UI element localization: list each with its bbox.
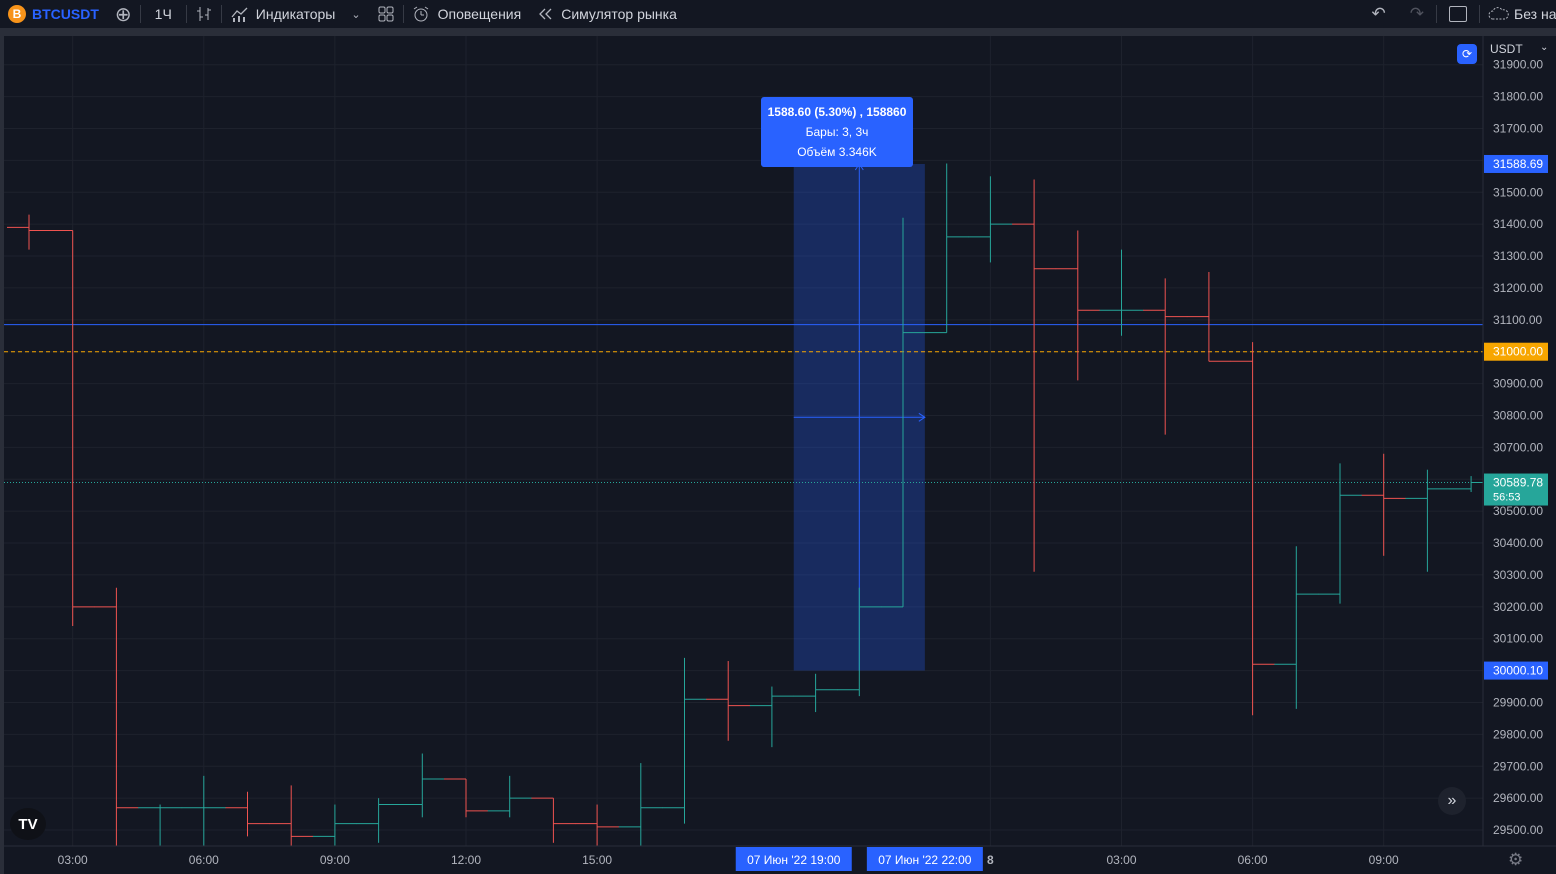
measure-change: 1588.60 (5.30%) , 158860 xyxy=(767,105,907,119)
add-icon: ⊕ xyxy=(114,3,132,26)
gear-icon[interactable]: ⚙ xyxy=(1508,850,1523,870)
price-tick-label: 30100.00 xyxy=(1493,632,1543,646)
indicators-icon xyxy=(231,7,248,22)
time-tick-label: 09:00 xyxy=(1369,853,1399,867)
layout-name: Без назв xyxy=(1514,6,1556,22)
alerts-button[interactable]: Оповещения xyxy=(404,0,530,29)
price-tick-label: 29600.00 xyxy=(1493,791,1543,805)
chart-area[interactable]: 31900.0031800.0031700.0031600.0031500.00… xyxy=(4,36,1556,874)
indicators-dropdown-button[interactable]: ⌄ xyxy=(343,0,368,29)
scroll-to-realtime-button[interactable]: » xyxy=(1438,787,1466,815)
compare-button[interactable]: ⊕ xyxy=(107,0,140,29)
auto-scale-button[interactable]: ⟳ xyxy=(1457,44,1477,64)
price-tick-label: 30700.00 xyxy=(1493,440,1543,454)
alert-price-badge-label: 31000.00 xyxy=(1493,345,1543,359)
undo-icon: ↶ xyxy=(1371,4,1386,23)
price-tick-label: 31300.00 xyxy=(1493,249,1543,263)
price-tick-label: 31100.00 xyxy=(1493,313,1542,327)
layout-name-button[interactable]: Без назв xyxy=(1480,0,1556,29)
price-tick-label: 29900.00 xyxy=(1493,695,1543,709)
indicators-label: Индикаторы xyxy=(255,6,336,22)
time-tick-label: 06:00 xyxy=(1238,853,1268,867)
price-tick-label: 31200.00 xyxy=(1493,281,1543,295)
price-tick-label: 30200.00 xyxy=(1493,600,1543,614)
alerts-label: Оповещения xyxy=(437,6,522,22)
measure-high-badge-label: 31588.69 xyxy=(1493,157,1543,171)
square-icon xyxy=(1449,6,1467,22)
undo-button[interactable]: ↶ xyxy=(1360,0,1398,29)
price-tick-label: 29500.00 xyxy=(1493,823,1543,837)
currency-label[interactable]: USDT xyxy=(1490,42,1523,56)
symbol-label: BTCUSDT xyxy=(32,6,99,22)
time-tick-label: 03:00 xyxy=(58,853,88,867)
measure-bars: Бары: 3, 3ч xyxy=(805,125,869,139)
bar-countdown-label: 56:53 xyxy=(1493,492,1521,504)
redo-icon: ↷ xyxy=(1409,4,1424,23)
plot-background xyxy=(4,36,1483,846)
price-tick-label: 31900.00 xyxy=(1493,58,1543,72)
measure-tooltip: 1588.60 (5.30%) , 158860 Бары: 3, 3ч Объ… xyxy=(761,97,913,167)
price-tick-label: 29700.00 xyxy=(1493,759,1543,773)
last-price-label: 30589.78 xyxy=(1493,476,1543,490)
replay-button[interactable]: Симулятор рынка xyxy=(529,0,685,29)
price-tick-label: 30300.00 xyxy=(1493,568,1543,582)
price-tick-label: 30400.00 xyxy=(1493,536,1543,550)
price-tick-label: 30800.00 xyxy=(1493,408,1543,422)
redo-button[interactable]: ↷ xyxy=(1398,0,1436,29)
time-tick-label: 15:00 xyxy=(582,853,612,867)
refresh-icon: ⟳ xyxy=(1461,47,1473,61)
price-tick-label: 30900.00 xyxy=(1493,377,1543,391)
measure-volume: Объём 3.346K xyxy=(797,145,877,159)
chevron-down-icon[interactable]: ⌄ xyxy=(1540,42,1548,53)
crosshair-date-label: 07 Июн '22 22:00 xyxy=(878,853,972,867)
alarm-clock-icon xyxy=(413,6,428,22)
chevron-down-icon: ⌄ xyxy=(351,8,361,21)
bar-style-button[interactable] xyxy=(187,0,221,29)
tradingview-logo[interactable]: TV xyxy=(10,808,46,840)
time-tick-label: 12:00 xyxy=(451,853,481,867)
measure-low-badge-label: 30000.10 xyxy=(1493,664,1543,678)
bar-style-icon xyxy=(196,7,211,21)
bitcoin-icon: B xyxy=(8,5,26,23)
time-tick-label: 09:00 xyxy=(320,853,350,867)
time-tick-label: 06:00 xyxy=(189,853,219,867)
replay-label: Симулятор рынка xyxy=(561,6,677,22)
interval-button[interactable]: 1Ч xyxy=(141,0,186,29)
indicators-button[interactable]: Индикаторы xyxy=(222,0,344,29)
price-tick-label: 31800.00 xyxy=(1493,90,1543,104)
price-tick-label: 29800.00 xyxy=(1493,727,1543,741)
templates-button[interactable] xyxy=(369,0,403,29)
layout-icon xyxy=(378,6,394,22)
cloud-icon xyxy=(1488,7,1509,20)
price-tick-label: 31400.00 xyxy=(1493,217,1543,231)
crosshair-date-label: 07 Июн '22 19:00 xyxy=(747,853,841,867)
symbol-search-button[interactable]: B BTCUSDT xyxy=(0,0,107,29)
rewind-icon xyxy=(539,8,552,20)
price-tick-label: 31500.00 xyxy=(1493,185,1543,199)
time-tick-label: 03:00 xyxy=(1106,853,1136,867)
top-toolbar: B BTCUSDT ⊕ 1Ч Индикаторы ⌄ Оповещения С… xyxy=(0,0,1556,30)
time-tick-label: 8 xyxy=(987,853,994,867)
double-chevron-right-icon: » xyxy=(1447,792,1457,809)
fullscreen-button[interactable] xyxy=(1437,0,1479,29)
price-tick-label: 30500.00 xyxy=(1493,504,1543,518)
price-tick-label: 31700.00 xyxy=(1493,121,1543,135)
